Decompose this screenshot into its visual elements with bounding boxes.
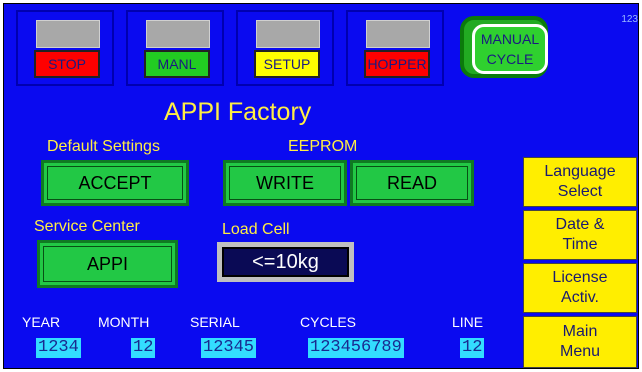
main-menu-line1: Main (562, 323, 598, 340)
manual-cycle-face: MANUAL CYCLE (472, 24, 548, 74)
service-center-label: Service Center (34, 218, 140, 235)
cycles-label: CYCLES (300, 314, 357, 330)
service-center-button[interactable]: APPI (37, 240, 178, 288)
write-button[interactable]: WRITE (223, 160, 347, 206)
language-select-button[interactable]: Language Select (523, 157, 637, 207)
cycles-value: 123456789 (308, 338, 404, 358)
month-value: 12 (131, 338, 156, 358)
load-cell-selector[interactable]: <=10kg (217, 242, 354, 282)
setup-indicator-panel: SETUP (236, 10, 334, 86)
corner-id: 123 (621, 14, 638, 25)
stop-indicator-panel: STOP (16, 10, 114, 86)
stop-button[interactable]: STOP (34, 50, 100, 78)
line-label: LINE (452, 314, 484, 330)
hmi-screen: STOP MANL SETUP HOPPER MANUAL CYCLE 123 … (3, 3, 639, 369)
load-cell-label: Load Cell (222, 221, 290, 238)
read-button[interactable]: READ (350, 160, 474, 206)
service-center-button-frame (43, 246, 172, 282)
manual-status-lamp (146, 20, 210, 48)
year-value: 1234 (36, 338, 81, 358)
page-title: APPI Factory (164, 98, 312, 126)
manual-button[interactable]: MANL (144, 50, 210, 78)
manual-indicator-panel: MANL (126, 10, 224, 86)
license-activ-button[interactable]: License Activ. (523, 263, 637, 313)
license-activ-line1: License (552, 269, 608, 286)
manual-cycle-button[interactable]: MANUAL CYCLE (460, 16, 548, 78)
language-select-line2: Select (557, 183, 603, 200)
main-menu-line2: Menu (559, 343, 601, 360)
setup-status-lamp (256, 20, 320, 48)
date-time-line2: Time (562, 236, 598, 253)
accept-button[interactable]: ACCEPT (41, 160, 189, 206)
date-time-line1: Date & (555, 216, 605, 233)
hopper-indicator-panel: HOPPER (346, 10, 444, 86)
write-button-frame (229, 166, 341, 200)
serial-value: 12345 (201, 338, 257, 358)
stop-status-lamp (36, 20, 100, 48)
default-settings-label: Default Settings (47, 138, 160, 155)
setup-button[interactable]: SETUP (254, 50, 320, 78)
month-label: MONTH (98, 314, 150, 330)
read-button-frame (356, 166, 468, 200)
date-time-button[interactable]: Date & Time (523, 210, 637, 260)
manual-cycle-label-line2: CYCLE (486, 51, 534, 67)
accept-button-frame (47, 166, 183, 200)
hopper-status-lamp (366, 20, 430, 48)
eeprom-label: EEPROM (288, 138, 358, 155)
line-value: 12 (460, 338, 485, 358)
language-select-line1: Language (544, 163, 616, 180)
year-label: YEAR (22, 314, 61, 330)
license-activ-line2: Activ. (561, 289, 599, 306)
manual-cycle-label-line1: MANUAL (480, 31, 540, 47)
hopper-button[interactable]: HOPPER (364, 50, 430, 78)
load-cell-value: <=10kg (222, 247, 349, 277)
main-menu-button[interactable]: Main Menu (523, 316, 637, 368)
serial-label: SERIAL (190, 314, 240, 330)
